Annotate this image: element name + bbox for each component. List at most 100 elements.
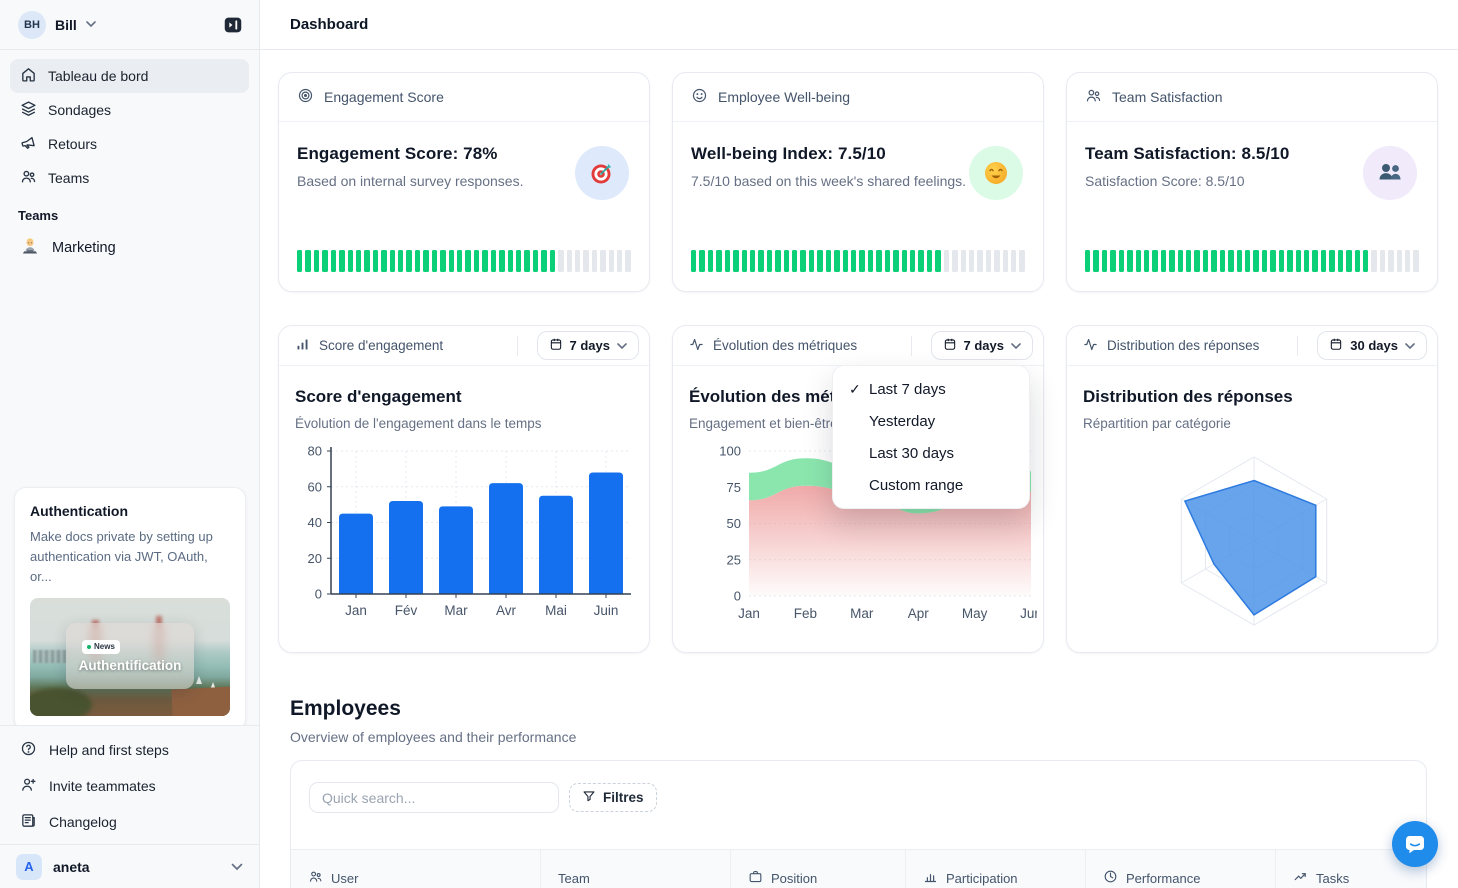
progress-segment bbox=[893, 250, 898, 272]
table-column-position[interactable]: Position bbox=[731, 850, 906, 888]
teams-section-label: Teams bbox=[18, 208, 259, 223]
progress-segment bbox=[1405, 250, 1410, 272]
column-label: Position bbox=[771, 871, 817, 886]
table-header-row: UserTeam Position Participation Performance… bbox=[291, 849, 1426, 888]
column-label: Performance bbox=[1126, 871, 1200, 886]
search-input[interactable] bbox=[309, 782, 559, 813]
table-column-participation[interactable]: Participation bbox=[906, 850, 1086, 888]
chart-card-header: Distribution des réponses 30 days bbox=[1067, 326, 1437, 366]
smiley-emoji-icon bbox=[969, 146, 1023, 200]
progress-segment bbox=[758, 250, 763, 272]
menu-item-last-30-days[interactable]: Last 30 days bbox=[833, 437, 1029, 469]
table-column-user[interactable]: User bbox=[291, 850, 541, 888]
svg-text:May: May bbox=[962, 606, 988, 621]
date-range-button[interactable]: 7 days bbox=[931, 331, 1033, 360]
target-emoji-icon bbox=[575, 146, 629, 200]
user-avatar[interactable]: BH bbox=[18, 11, 46, 39]
menu-item-last-7-days[interactable]: ✓Last 7 days bbox=[833, 373, 1029, 405]
home-icon bbox=[20, 66, 37, 86]
svg-text:Jun: Jun bbox=[1020, 606, 1037, 621]
chart-card-header-label: Évolution des métriques bbox=[713, 338, 857, 353]
progress-segment bbox=[609, 250, 614, 272]
clock-icon bbox=[1103, 869, 1118, 887]
progress-segment bbox=[516, 250, 521, 272]
promo-image: News Authentification bbox=[30, 598, 230, 716]
stat-cards-row: Engagement Score Engagement Score: 78% B… bbox=[278, 72, 1438, 292]
svg-text:0: 0 bbox=[315, 587, 322, 602]
svg-text:Mar: Mar bbox=[850, 606, 874, 621]
svg-text:75: 75 bbox=[727, 480, 741, 495]
promo-card-authentication[interactable]: Authentication Make docs private by sett… bbox=[14, 487, 246, 731]
invite-teammates-link[interactable]: Invite teammates bbox=[10, 768, 249, 804]
stat-card-header: Employee Well-being bbox=[673, 73, 1043, 122]
users-icon bbox=[308, 869, 323, 887]
progress-segment bbox=[699, 250, 704, 272]
progress-segment bbox=[1093, 250, 1098, 272]
chevron-down-icon[interactable] bbox=[86, 21, 96, 28]
changelog-link[interactable]: Changelog bbox=[10, 804, 249, 840]
progress-segment bbox=[851, 250, 856, 272]
progress-segment bbox=[474, 250, 479, 272]
team-item-label: Marketing bbox=[52, 240, 116, 256]
column-label: Participation bbox=[946, 871, 1018, 886]
progress-segment bbox=[297, 250, 302, 272]
progress-segment bbox=[792, 250, 797, 272]
progress-segment bbox=[533, 250, 538, 272]
sidebar-item-marketing[interactable]: Marketing bbox=[10, 231, 249, 265]
progress-segment bbox=[1287, 250, 1292, 272]
chart-card-header-label: Distribution des réponses bbox=[1107, 338, 1259, 353]
progress-segment bbox=[1211, 250, 1216, 272]
progress-segment bbox=[775, 250, 780, 272]
filters-button[interactable]: Filtres bbox=[569, 783, 657, 812]
building-art bbox=[171, 686, 230, 716]
progress-segment bbox=[625, 250, 630, 272]
sidebar-item-dashboard[interactable]: Tableau de bord bbox=[10, 59, 249, 93]
svg-text:Juin: Juin bbox=[594, 603, 619, 618]
progress-segment bbox=[1136, 250, 1141, 272]
collapse-sidebar-icon[interactable] bbox=[221, 13, 245, 37]
sidebar-item-label: Teams bbox=[48, 170, 89, 186]
date-range-button[interactable]: 7 days bbox=[537, 331, 639, 360]
table-column-performance[interactable]: Performance bbox=[1086, 850, 1276, 888]
progress-segment bbox=[868, 250, 873, 272]
progress-segment bbox=[339, 250, 344, 272]
sidebar-item-surveys[interactable]: Sondages bbox=[10, 93, 249, 127]
svg-text:Mar: Mar bbox=[444, 603, 468, 618]
progress-segment bbox=[381, 250, 386, 272]
progress-segment bbox=[1279, 250, 1284, 272]
chart-title: Score d'engagement bbox=[295, 387, 633, 407]
progress-segment bbox=[1127, 250, 1132, 272]
intercom-chat-button[interactable] bbox=[1392, 821, 1438, 867]
progress-segment bbox=[364, 250, 369, 272]
sidebar-item-feedback[interactable]: Retours bbox=[10, 127, 249, 161]
svg-text:Apr: Apr bbox=[908, 606, 930, 621]
workspace-switcher[interactable]: A aneta bbox=[0, 844, 259, 888]
chat-bubble-icon bbox=[1403, 832, 1427, 856]
svg-text:Feb: Feb bbox=[794, 606, 817, 621]
progress-segment bbox=[524, 250, 529, 272]
footer-item-label: Changelog bbox=[49, 814, 117, 830]
sidebar-item-teams[interactable]: Teams bbox=[10, 161, 249, 195]
progress-segment bbox=[969, 250, 974, 272]
user-name[interactable]: Bill bbox=[55, 17, 77, 33]
progress-segment bbox=[826, 250, 831, 272]
calendar-icon bbox=[1329, 337, 1343, 354]
menu-item-custom-range[interactable]: Custom range bbox=[833, 469, 1029, 501]
progress-segment bbox=[994, 250, 999, 272]
date-range-menu: ✓Last 7 daysYesterdayLast 30 daysCustom … bbox=[832, 365, 1030, 509]
smiley-icon bbox=[691, 87, 708, 107]
date-range-button[interactable]: 30 days bbox=[1317, 331, 1427, 360]
progress-segment bbox=[550, 250, 555, 272]
shore-art bbox=[30, 688, 92, 716]
table-toolbar: Filtres bbox=[309, 782, 657, 813]
svg-text:Jan: Jan bbox=[738, 606, 760, 621]
progress-segment bbox=[742, 250, 747, 272]
help-link[interactable]: Help and first steps bbox=[10, 732, 249, 768]
menu-item-yesterday[interactable]: Yesterday bbox=[833, 405, 1029, 437]
progress-segment bbox=[1346, 250, 1351, 272]
progress-segment bbox=[373, 250, 378, 272]
progress-segment bbox=[1245, 250, 1250, 272]
users-icon bbox=[20, 168, 37, 188]
page-title: Dashboard bbox=[290, 16, 368, 33]
table-column-team[interactable]: Team bbox=[541, 850, 731, 888]
